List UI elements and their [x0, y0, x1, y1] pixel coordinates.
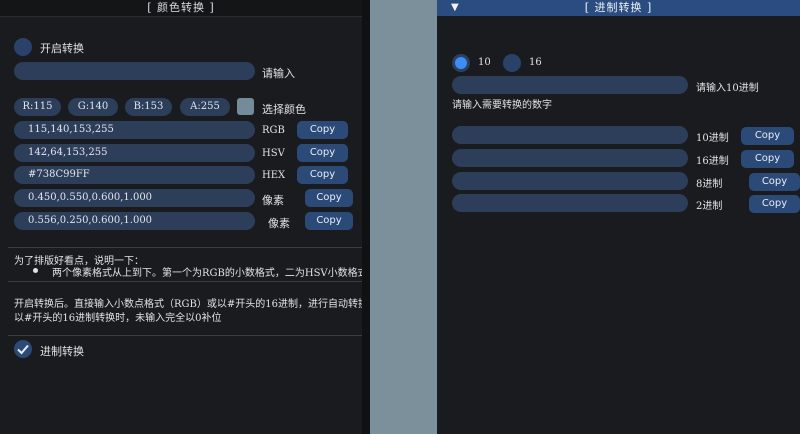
hex-base-label: 16进制 [696, 156, 729, 167]
base-window-title[interactable]: ▼ [ 进制转换 ] [437, 0, 800, 16]
channel-r[interactable]: R:115 [14, 98, 61, 116]
hsv-label: HSV [262, 148, 285, 159]
color-input-hint: 请输入 [262, 67, 295, 80]
radio-hex[interactable] [503, 54, 521, 72]
octal-result-field[interactable] [452, 172, 688, 190]
note-bullet: 两个像素格式从上到下。第一个为RGB的小数格式，二为HSV小数格式 [52, 268, 362, 279]
collapse-icon[interactable]: ▼ [451, 0, 460, 16]
pixel-hsv-label: 像素 [268, 217, 290, 230]
base-window-title-text: [ 进制转换 ] [584, 1, 653, 14]
number-input-field[interactable] [452, 76, 688, 94]
copy-decimal-button[interactable]: Copy [741, 127, 794, 145]
note-line-2: 以#开头的16进制转换时，未输入完全以0补位 [14, 313, 222, 324]
color-swatch[interactable] [237, 98, 254, 115]
channel-b[interactable]: B:153 [125, 98, 172, 116]
pixel-rgb-field[interactable]: 0.450,0.550,0.600,1.000 [14, 189, 255, 207]
checkmark-icon [17, 344, 29, 355]
copy-binary-button[interactable]: Copy [749, 195, 800, 213]
copy-hex-button[interactable]: Copy [297, 166, 348, 184]
binary-label: 2进制 [696, 201, 723, 212]
binary-result-field[interactable] [452, 194, 688, 212]
rgb-value-field[interactable]: 115,140,153,255 [14, 121, 255, 139]
decimal-label: 10进制 [696, 133, 729, 144]
copy-pixel-rgb-button[interactable]: Copy [305, 189, 353, 207]
radio-decimal[interactable] [452, 54, 470, 72]
color-converter-window: [ 颜色转换 ] 开启转换 请输入 R:115 G:140 B:153 A:25… [0, 0, 370, 434]
base-conversion-checkbox[interactable] [14, 340, 32, 358]
enable-conversion-toggle[interactable] [14, 38, 32, 56]
hex-value-field[interactable]: #738C99FF [14, 166, 255, 184]
rgb-label: RGB [262, 125, 285, 136]
window-edge [362, 0, 370, 434]
copy-octal-button[interactable]: Copy [749, 173, 800, 191]
copy-rgb-button[interactable]: Copy [297, 121, 348, 139]
radio-decimal-label: 10 [478, 57, 491, 68]
hsv-value-field[interactable]: 142,64,153,255 [14, 144, 255, 162]
channel-a[interactable]: A:255 [180, 98, 230, 116]
copy-hex-result-button[interactable]: Copy [741, 150, 794, 168]
enable-conversion-label: 开启转换 [40, 42, 84, 55]
channel-g[interactable]: G:140 [68, 98, 118, 116]
separator [8, 281, 362, 282]
number-input-hint: 请输入10进制 [696, 83, 759, 94]
note-line-1: 开启转换后。直接输入小数点格式（RGB）或以#开头的16进制，进行自动转换 [14, 299, 362, 310]
hex-result-field[interactable] [452, 149, 688, 167]
separator [8, 335, 362, 336]
hex-label: HEX [262, 170, 286, 181]
decimal-result-field[interactable] [452, 126, 688, 144]
instruction-text: 请输入需要转换的数字 [452, 100, 552, 111]
base-conversion-label: 进制转换 [40, 345, 84, 358]
octal-label: 8进制 [696, 179, 723, 190]
pick-color-label: 选择颜色 [262, 103, 306, 116]
separator [8, 247, 362, 248]
color-input-field[interactable] [14, 62, 255, 80]
radio-hex-label: 16 [529, 57, 542, 68]
pixel-rgb-label: 像素 [262, 194, 284, 207]
copy-hsv-button[interactable]: Copy [297, 144, 348, 162]
bullet-dot [33, 268, 38, 273]
base-converter-window: ▼ [ 进制转换 ] 10 16 请输入10进制 请输入需要转换的数字 10进制… [437, 0, 800, 434]
copy-pixel-hsv-button[interactable]: Copy [305, 212, 353, 230]
color-window-title[interactable]: [ 颜色转换 ] [0, 0, 362, 17]
pixel-hsv-field[interactable]: 0.556,0.250,0.600,1.000 [14, 212, 255, 230]
